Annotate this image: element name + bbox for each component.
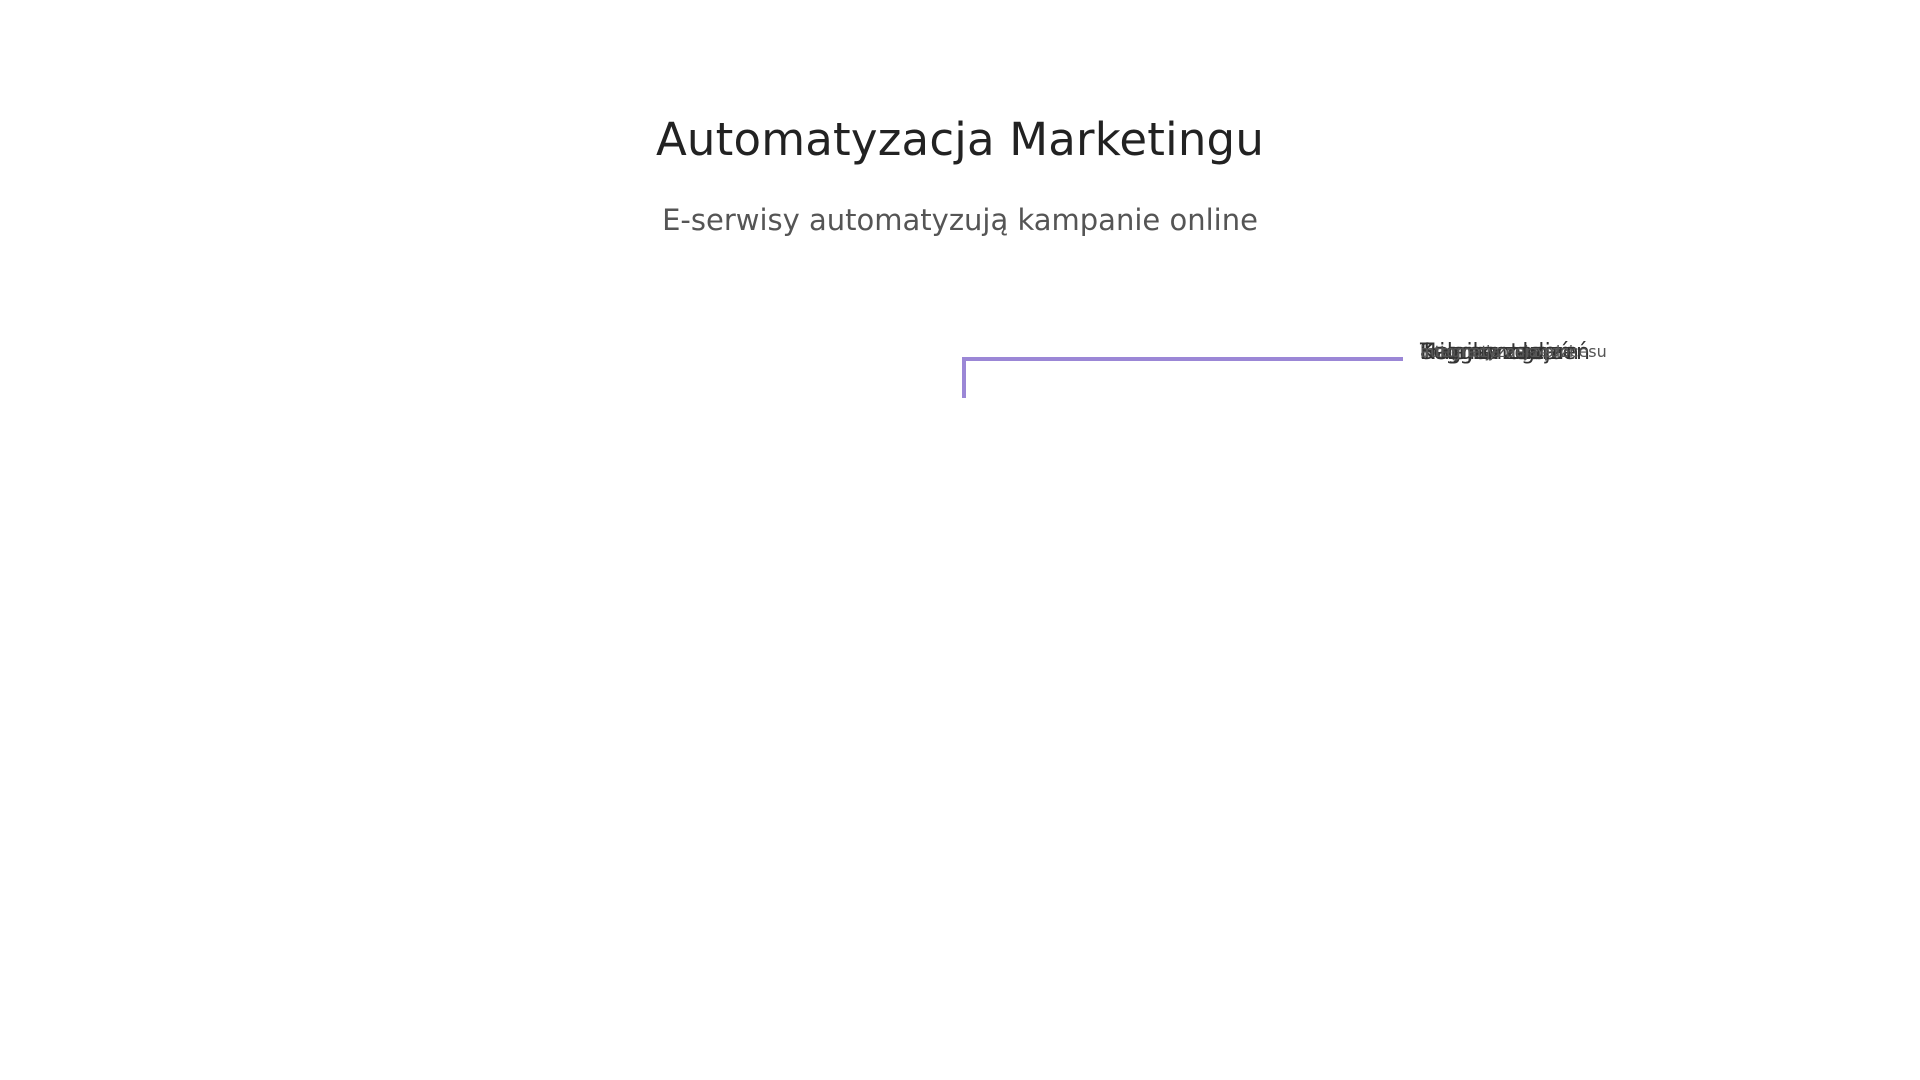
branch-label-small: integracja narzędzi [1420, 342, 1574, 361]
diagram-canvas: Automatyzacja Marketingu E-serwisy autom… [0, 0, 1920, 1080]
branch-label-stack: Kolejka zadań Harmonogram Trigger zdarze… [1420, 340, 1660, 380]
connector-layer [962, 357, 1403, 398]
branch-connector-line [962, 357, 1403, 398]
